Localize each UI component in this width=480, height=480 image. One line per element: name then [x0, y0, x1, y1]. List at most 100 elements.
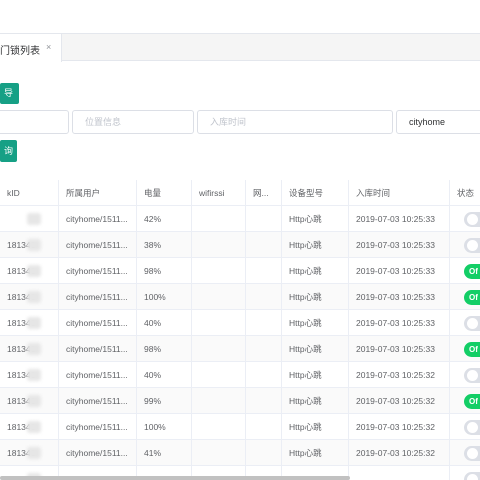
cell-wifirssi — [192, 336, 246, 362]
redacted-mask — [27, 291, 41, 303]
switch-knob — [467, 370, 478, 381]
cell-entry-time-text: 2019-07-03 10:25:32 — [356, 396, 435, 406]
cell-entry-time: 2019-07-03 10:25:33 — [349, 258, 450, 284]
cell-lock-id: 181341 — [0, 258, 59, 284]
table-row[interactable]: 181341 cityhome/1511... 100% Http心跳 2019-07-… — [0, 414, 480, 440]
status-switch-label: Of — [469, 293, 478, 302]
cell-user-text: cityhome/1511... — [66, 448, 128, 458]
cell-network — [246, 440, 282, 466]
cell-battery-text: 100% — [144, 292, 166, 302]
table-row[interactable]: 181341 cityhome/1511... 98% Http心跳 2019-07-0… — [0, 336, 480, 362]
column-header: kID — [0, 180, 59, 206]
cell-entry-time: 2019-07-03 10:25:33 — [349, 284, 450, 310]
table-row[interactable]: 181341 cityhome/1511... 40% Http心跳 2019-07-0… — [0, 310, 480, 336]
column-header: 电量 — [137, 180, 192, 206]
query-button[interactable]: 询 — [0, 140, 17, 162]
table-row[interactable]: 181341 cityhome/1511... 99% Http心跳 2019-07-0… — [0, 388, 480, 414]
cell-lock-id: 181341 — [0, 310, 59, 336]
cell-network — [246, 310, 282, 336]
cell-entry-time: 2019-07-03 10:25:33 — [349, 336, 450, 362]
cell-entry-time: 2019-07-03 10:25:33 — [349, 232, 450, 258]
redacted-mask — [27, 213, 41, 225]
redacted-mask — [27, 369, 41, 381]
cell-entry-time — [349, 466, 450, 480]
cell-model-text: Http心跳 — [289, 240, 322, 250]
account-select[interactable]: cityhome — [396, 110, 480, 134]
tab-lock-list[interactable]: 门锁列表 × — [0, 33, 62, 62]
status-switch[interactable] — [464, 316, 480, 331]
cell-user: cityhome/1511... — [59, 414, 137, 440]
table-row[interactable]: 181341 cityhome/1511... 98% Http心跳 2019-07-0… — [0, 258, 480, 284]
cell-user-text: cityhome/1511... — [66, 240, 128, 250]
cell-user: cityhome/1511... — [59, 206, 137, 232]
switch-knob — [467, 474, 478, 480]
redacted-mask — [27, 265, 41, 277]
top-bar — [0, 0, 480, 33]
cell-lock-id: 181341 — [0, 362, 59, 388]
horizontal-scrollbar[interactable] — [0, 476, 350, 480]
cell-lock-id: 181341 — [0, 388, 59, 414]
cell-entry-time-text: 2019-07-03 10:25:32 — [356, 370, 435, 380]
cell-battery-text: 98% — [144, 344, 162, 354]
cell-model-text: Http心跳 — [289, 396, 322, 406]
table-row[interactable]: cityhome/1511... 42% Http心跳 2019-07-03 10:2… — [0, 206, 480, 232]
switch-knob — [467, 448, 478, 459]
table-row[interactable]: 181341 cityhome/1511... 38% Http心跳 2019-07-0… — [0, 232, 480, 258]
cell-user: cityhome/1511... — [59, 232, 137, 258]
cell-network — [246, 336, 282, 362]
table-row[interactable]: 181341 cityhome/1511... 100% Http心跳 2019-07-… — [0, 284, 480, 310]
status-switch[interactable]: Of — [464, 290, 480, 305]
cell-lock-id: 181341 — [0, 336, 59, 362]
redacted-mask — [27, 421, 41, 433]
status-switch[interactable] — [464, 420, 480, 435]
cell-battery-text: 38% — [144, 240, 162, 250]
cell-entry-time-text: 2019-07-03 10:25:32 — [356, 422, 435, 432]
cell-entry-time: 2019-07-03 10:25:32 — [349, 414, 450, 440]
switch-knob — [467, 318, 478, 329]
location-input[interactable]: 位置信息 — [72, 110, 194, 134]
status-switch-label: Of — [469, 267, 478, 276]
status-switch[interactable] — [464, 446, 480, 461]
entry-time-input[interactable]: 入库时间 — [197, 110, 393, 134]
cell-model: Http心跳 — [282, 258, 349, 284]
cell-battery: 100% — [137, 414, 192, 440]
cell-battery-text: 100% — [144, 422, 166, 432]
cell-network — [246, 414, 282, 440]
cell-model: Http心跳 — [282, 336, 349, 362]
status-switch[interactable] — [464, 212, 480, 227]
cell-entry-time-text: 2019-07-03 10:25:33 — [356, 344, 435, 354]
cell-user: cityhome/1511... — [59, 362, 137, 388]
lock-id-input[interactable] — [0, 110, 69, 134]
cell-wifirssi — [192, 362, 246, 388]
cell-user: cityhome/1511... — [59, 310, 137, 336]
cell-battery: 42% — [137, 206, 192, 232]
status-switch[interactable] — [464, 238, 480, 253]
table-row[interactable]: 181341 cityhome/1511... 41% Http心跳 2019-07-0… — [0, 440, 480, 466]
table-row[interactable]: 181341 cityhome/1511... 40% Http心跳 2019-07-0… — [0, 362, 480, 388]
import-button[interactable]: 导入 — [0, 83, 19, 119]
cell-user: cityhome/1511... — [59, 388, 137, 414]
cell-battery-text: 41% — [144, 448, 162, 458]
switch-knob — [467, 214, 478, 225]
cell-network — [246, 284, 282, 310]
cell-model: Http心跳 — [282, 232, 349, 258]
status-switch[interactable]: Of — [464, 264, 480, 279]
cell-lock-id: 181341 — [0, 284, 59, 310]
redacted-mask — [27, 343, 41, 355]
status-switch[interactable] — [464, 368, 480, 383]
column-header: 状态 — [450, 180, 480, 206]
cell-network — [246, 362, 282, 388]
cell-battery-text: 40% — [144, 370, 162, 380]
cell-model: Http心跳 — [282, 440, 349, 466]
status-switch[interactable] — [464, 472, 480, 480]
cell-wifirssi — [192, 414, 246, 440]
cell-lock-id: 181341 — [0, 440, 59, 466]
cell-wifirssi — [192, 310, 246, 336]
cell-entry-time-text: 2019-07-03 10:25:33 — [356, 240, 435, 250]
status-switch[interactable]: Of — [464, 394, 480, 409]
cell-entry-time-text: 2019-07-03 10:25:33 — [356, 214, 435, 224]
cell-model: Http心跳 — [282, 388, 349, 414]
close-icon[interactable]: × — [46, 42, 51, 52]
status-switch[interactable]: Of — [464, 342, 480, 357]
cell-user-text: cityhome/1511... — [66, 370, 128, 380]
